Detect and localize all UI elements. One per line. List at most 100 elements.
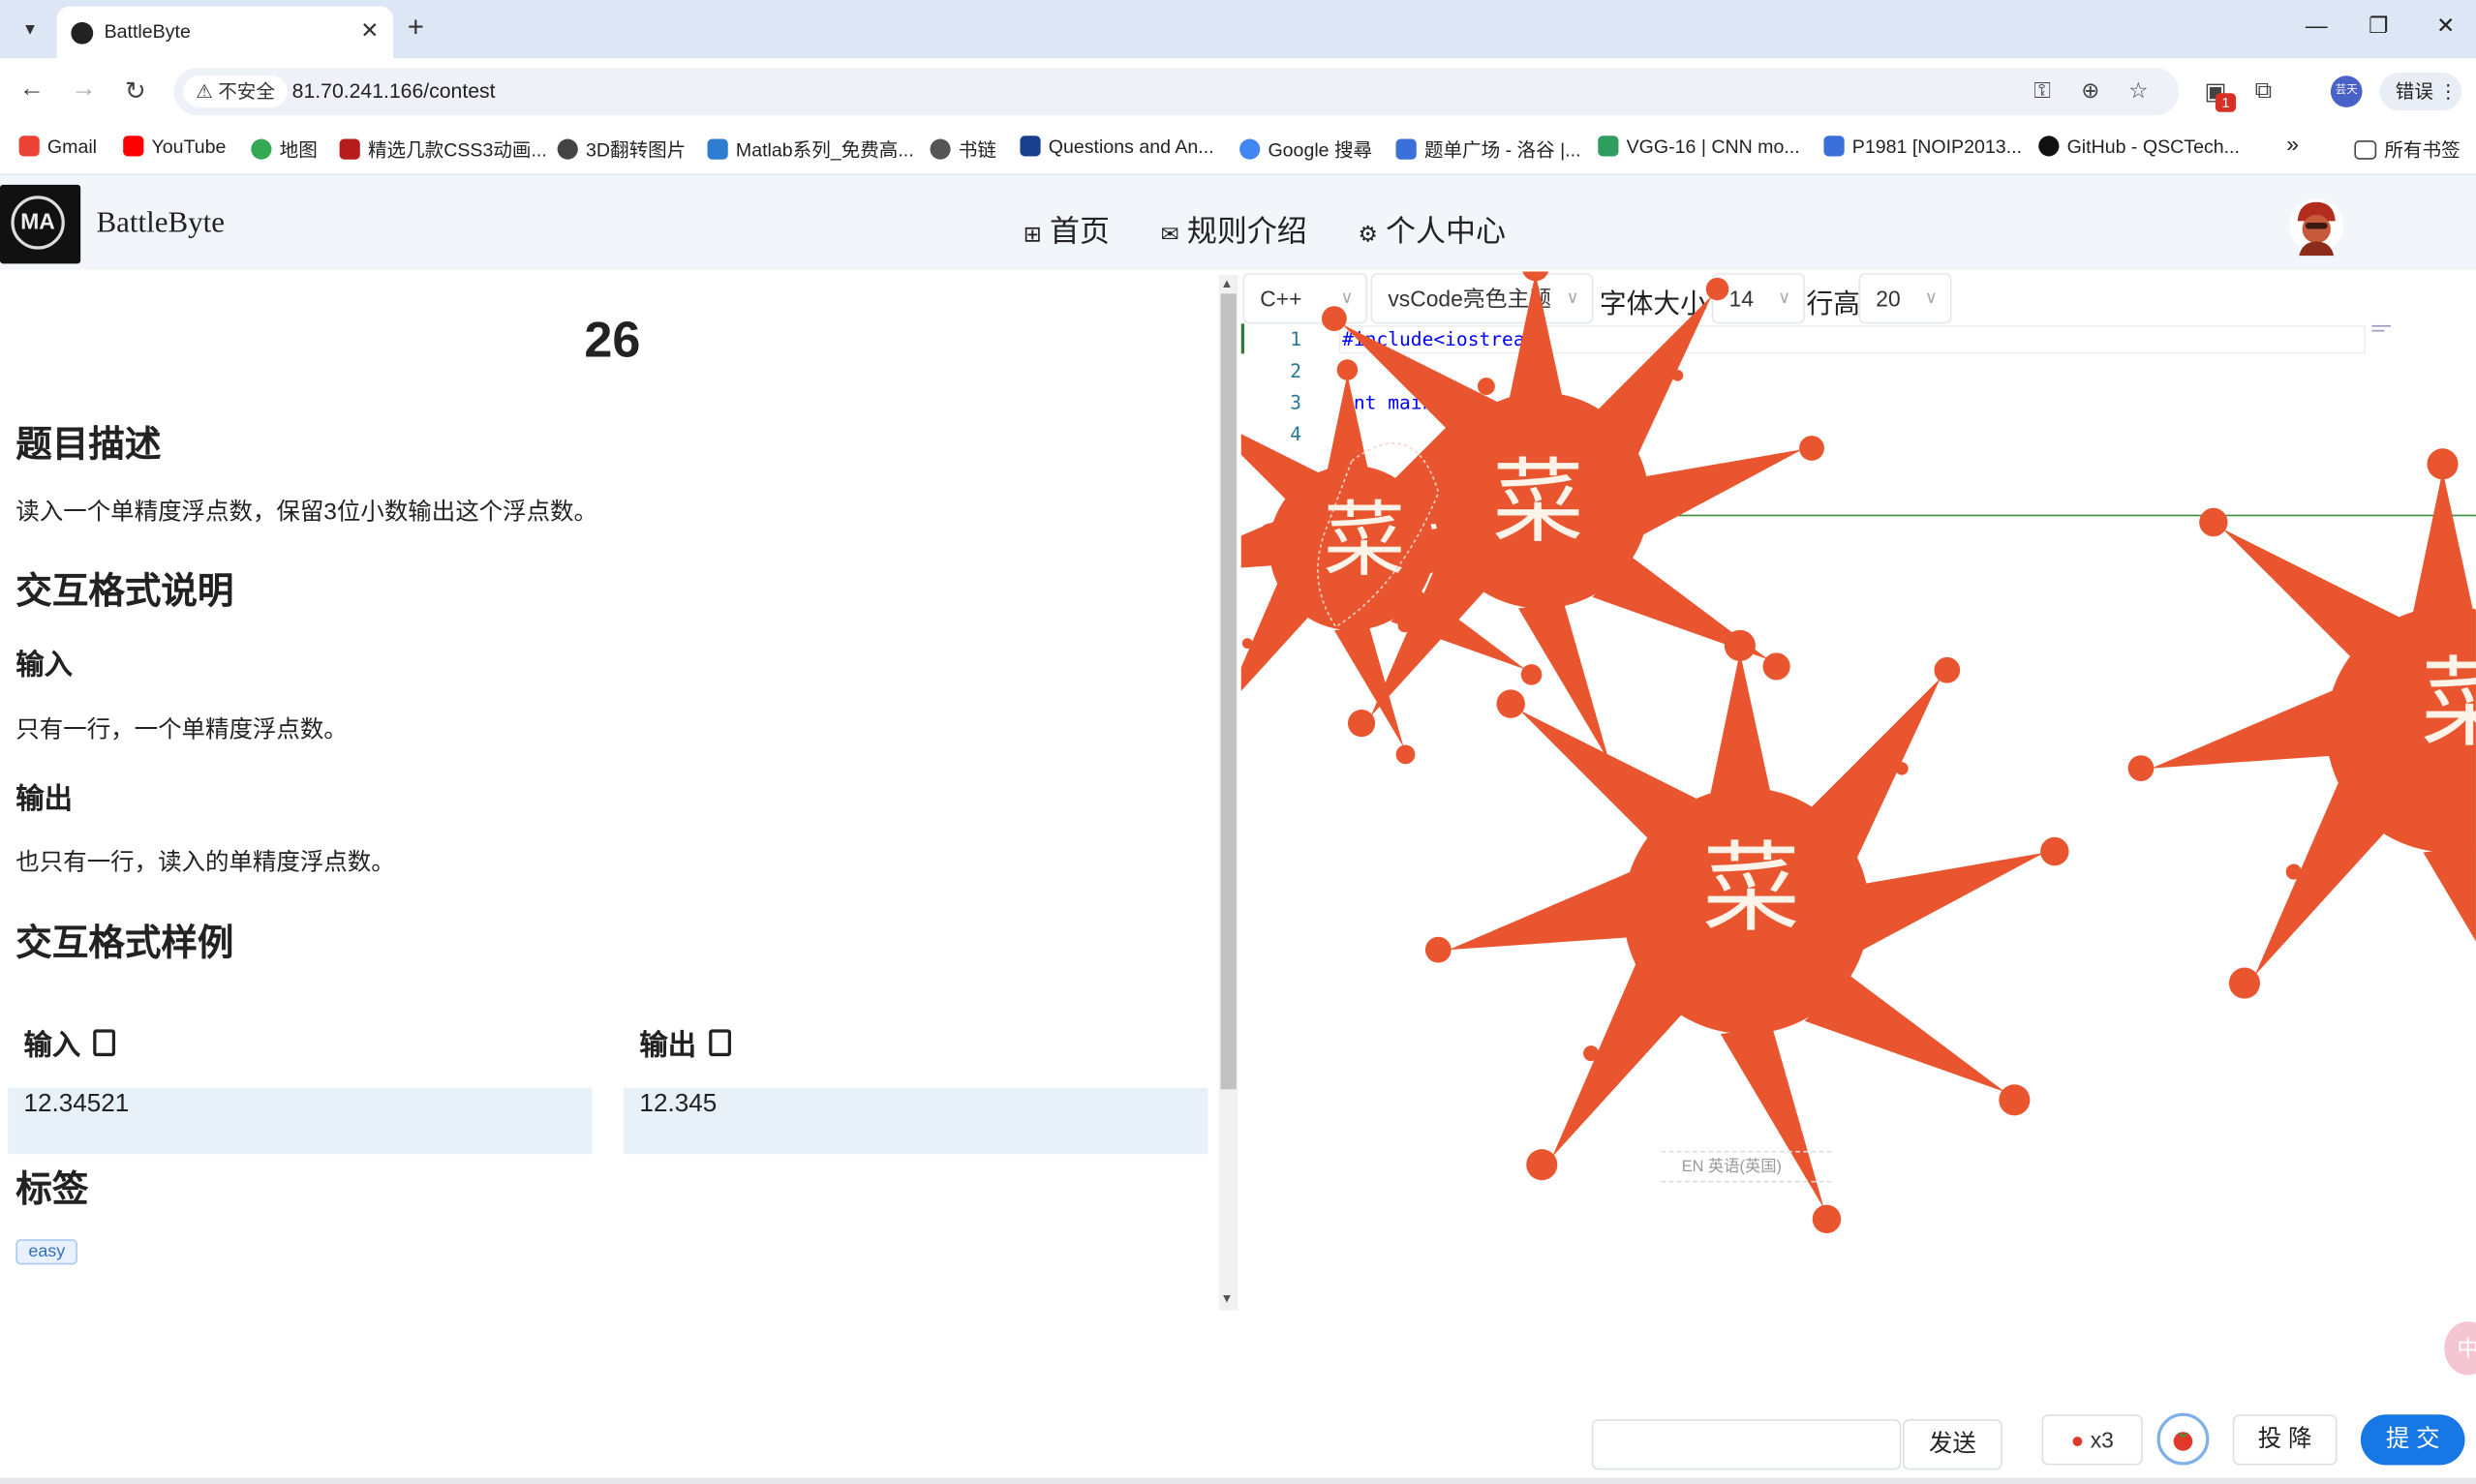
browser-tab[interactable]: BattleByte ✕ — [56, 6, 394, 59]
gear-icon: ⚙ — [1358, 221, 1378, 247]
tab-search-chevron-icon[interactable]: ▾ — [13, 11, 47, 45]
scroll-down-icon[interactable]: ▼ — [1221, 1291, 1234, 1306]
bookmark-google[interactable]: Google 搜尋 — [1239, 136, 1372, 163]
not-secure-badge[interactable]: ⚠ 不安全 — [183, 76, 288, 107]
url-text[interactable]: 81.70.241.166/contest — [292, 79, 496, 103]
submit-button[interactable]: 提 交 — [2360, 1414, 2465, 1466]
new-tab-icon[interactable]: + — [408, 11, 424, 44]
editor-minimap[interactable] — [2371, 323, 2395, 333]
bookmark-matlab[interactable]: Matlab系列_免费高... — [707, 136, 914, 163]
tomato-icon: ● — [2070, 1427, 2085, 1453]
tags-heading: 标签 — [15, 1167, 89, 1210]
globe-icon — [930, 138, 951, 160]
luogu-icon — [1823, 136, 1845, 157]
bookmark-label: 书链 — [958, 138, 996, 162]
side-float-button[interactable]: 中 — [2444, 1321, 2476, 1376]
theme-value: vsCode亮色主题 — [1388, 286, 1552, 312]
bookmark-youtube[interactable]: YouTube — [123, 136, 226, 158]
send-button[interactable]: 发送 — [1902, 1419, 2002, 1470]
bookmark-vgg[interactable]: VGG-16 | CNN mo... — [1598, 136, 1800, 158]
tab-close-icon[interactable]: ✕ — [360, 17, 379, 45]
minimize-icon[interactable]: — — [2306, 13, 2328, 38]
chat-input[interactable] — [1591, 1419, 1902, 1470]
language-select[interactable]: C++ ∨ — [1242, 273, 1368, 324]
css-icon — [339, 138, 360, 160]
chevron-down-icon: ∨ — [1924, 288, 1938, 309]
sample-input-box: 12.34521 — [8, 1087, 593, 1155]
problem-number: 26 — [584, 311, 641, 368]
bookmark-gmail[interactable]: Gmail — [18, 136, 98, 159]
zoom-icon[interactable]: ⊕ — [2081, 77, 2099, 105]
bookmark-label: 题单广场 - 洛谷 |... — [1423, 138, 1581, 162]
bookmark-p1981[interactable]: P1981 [NOIP2013... — [1823, 136, 2022, 158]
vgg-icon — [1598, 136, 1619, 157]
theme-select[interactable]: vsCode亮色主题 ∨ — [1370, 273, 1594, 324]
user-avatar[interactable] — [2289, 196, 2343, 257]
font-size-value: 14 — [1728, 286, 1755, 312]
all-bookmarks-label: 所有书签 — [2384, 138, 2461, 162]
password-key-icon[interactable]: ⚿ — [2033, 77, 2050, 105]
surrender-button[interactable]: 投 降 — [2232, 1414, 2338, 1466]
bookmark-label: Questions and An... — [1048, 136, 1214, 159]
bookmark-label: YouTube — [151, 136, 227, 159]
battlebyte-logo[interactable]: MA — [0, 184, 81, 264]
sample-output-box: 12.345 — [624, 1087, 1208, 1155]
desc-heading: 题目描述 — [15, 423, 162, 465]
chevron-down-icon: ∨ — [1566, 288, 1579, 309]
bookmark-3d[interactable]: 3D翻转图片 — [557, 136, 686, 163]
nav-home-label: 首页 — [1049, 216, 1110, 250]
bookmark-github[interactable]: GitHub - QSCTech... — [2038, 136, 2240, 158]
bookmark-luogu[interactable]: 题单广场 - 洛谷 |... — [1395, 136, 1581, 163]
line-height-select[interactable]: 20 ∨ — [1858, 273, 1952, 324]
back-icon[interactable]: ← — [19, 76, 45, 104]
bookmark-maps[interactable]: 地图 — [251, 136, 318, 163]
code-line[interactable]: { — [1342, 423, 1354, 445]
tag-easy[interactable]: easy — [15, 1239, 78, 1265]
code-line[interactable]: int main() — [1342, 391, 1456, 413]
bookmark-label: Gmail — [46, 136, 98, 159]
browser-toolbar: ← → ↻ ⚠ 不安全 81.70.241.166/contest ⚿ ⊕ ☆ … — [0, 58, 2476, 125]
language-value: C++ — [1260, 286, 1302, 312]
address-bar[interactable]: ⚠ 不安全 81.70.241.166/contest ⚿ ⊕ ☆ — [173, 68, 2180, 116]
problem-scrollbar[interactable]: ▲ ▼ — [1218, 274, 1238, 1311]
window-close-icon[interactable]: ✕ — [2436, 13, 2455, 40]
bookmark-star-icon[interactable]: ☆ — [2128, 77, 2148, 105]
eu-flag-icon — [1020, 136, 1041, 157]
all-bookmarks[interactable]: 所有书签 — [2354, 136, 2461, 163]
extension-badge: 1 — [2215, 93, 2237, 112]
google-icon — [1239, 138, 1261, 160]
bookmark-questions[interactable]: Questions and An... — [1020, 136, 1214, 159]
forward-icon[interactable]: → — [71, 76, 96, 104]
copy-input-icon[interactable] — [93, 1029, 116, 1057]
profile-avatar[interactable]: 芸天 — [2330, 76, 2363, 107]
nav-profile[interactable]: ⚙ 个人中心 — [1358, 208, 1506, 251]
bottom-strip — [0, 1477, 2476, 1484]
bookmark-css3[interactable]: 精选几款CSS3动画... — [339, 136, 547, 163]
copy-output-icon[interactable] — [709, 1029, 732, 1057]
restore-icon[interactable]: ❐ — [2369, 13, 2388, 40]
scrollbar-thumb[interactable] — [1220, 293, 1237, 1090]
font-size-select[interactable]: 14 ∨ — [1711, 273, 1805, 324]
scroll-up-icon[interactable]: ▲ — [1221, 276, 1234, 290]
bookmarks-overflow-icon[interactable]: » — [2286, 131, 2299, 156]
line-number: 1 — [1290, 328, 1302, 351]
nav-rules[interactable]: ✉ 规则介绍 — [1161, 208, 1307, 251]
line-height-value: 20 — [1876, 286, 1901, 312]
globe-icon — [557, 138, 578, 160]
sample-output-label: 输出 — [639, 1023, 732, 1064]
folder-icon — [2354, 140, 2377, 160]
bookmark-shulian[interactable]: 书链 — [930, 136, 996, 163]
reload-icon[interactable]: ↻ — [125, 76, 146, 107]
tomato-count-button[interactable]: ● x3 — [2041, 1414, 2143, 1466]
input-heading: 输入 — [15, 649, 74, 681]
throw-tomato-button[interactable] — [2156, 1412, 2210, 1466]
browser-tab-bar: ▾ BattleByte ✕ + — ❐ ✕ — [0, 0, 2476, 59]
bookmark-label: Google 搜尋 — [1268, 138, 1373, 162]
luogu-icon — [1395, 138, 1417, 160]
puzzle-icon[interactable]: ⧉ — [2255, 77, 2272, 105]
youtube-icon — [123, 136, 144, 157]
output-heading: 输出 — [15, 782, 74, 815]
nav-home[interactable]: ⊞ 首页 — [1024, 208, 1110, 251]
code-line[interactable]: #include<iostream> — [1342, 328, 1547, 350]
error-button[interactable]: 错误 ⋮ — [2379, 73, 2462, 111]
